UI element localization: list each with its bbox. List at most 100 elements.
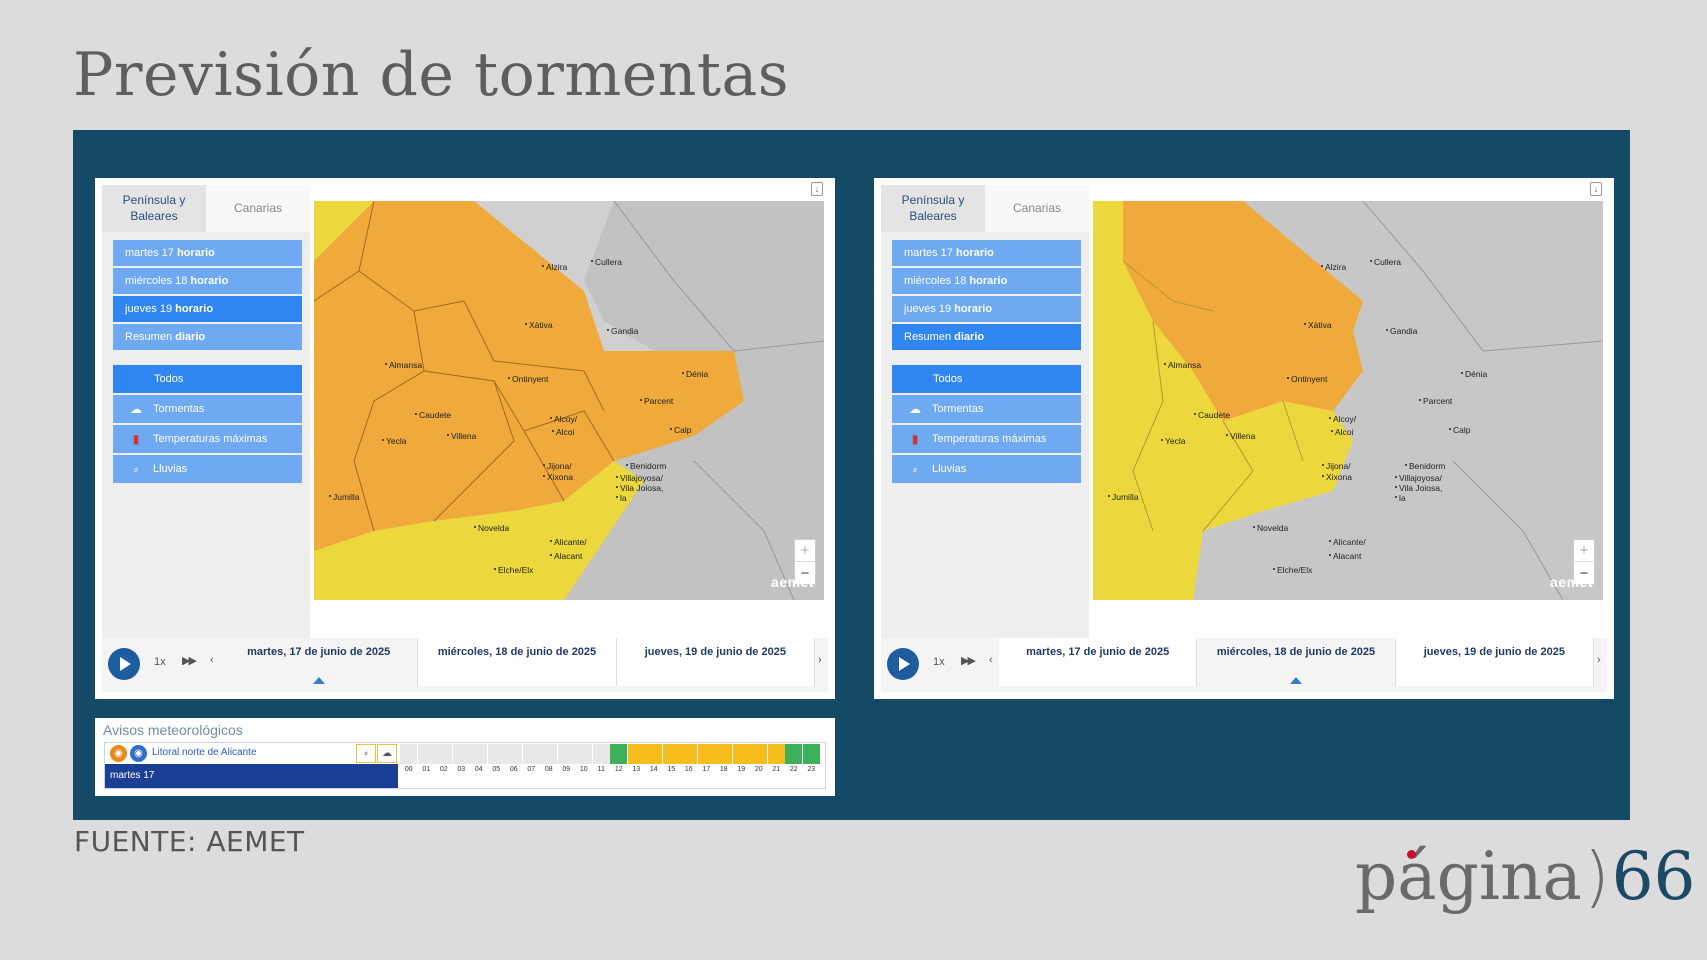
place-label: Novelda [473,523,510,533]
current-marker-icon [1289,677,1302,684]
hour-label: 09 [562,766,571,773]
feed-icon[interactable]: ◉ [130,745,147,762]
speed-selector[interactable]: 1x [933,656,945,668]
place-label: Yecla [381,436,407,446]
hour-cell [417,744,435,764]
hour-label: 06 [509,766,518,773]
hour-label: 00 [404,766,413,773]
date-item[interactable]: martes, 17 de junio de 2025 [999,638,1198,686]
date-item[interactable]: jueves, 19 de junio de 2025 [1395,638,1594,686]
date-item[interactable]: jueves, 19 de junio de 2025 [616,638,815,686]
filter-todos[interactable]: Todos [113,365,302,393]
tab-peninsula[interactable]: Península y Baleares [881,185,985,232]
hour-cell [592,744,610,764]
warnings-table: ◉ ◉ Litoral norte de Alicante ⸗ ☁ martes… [104,742,826,789]
download-icon[interactable]: ↓ [1590,182,1602,196]
hour-cell [400,744,417,764]
place-label: Ontinyent [507,374,549,384]
place-label: Almansa [384,360,423,370]
next-arrow-icon[interactable]: › [818,654,822,666]
storm-icon: ☁ [909,402,921,416]
hour-cell [680,744,697,764]
hour-label: 14 [649,766,658,773]
filter-lluvias[interactable]: ⸗ Lluvias [892,455,1081,483]
warnings-title: Avisos meteorológicos [103,722,243,738]
storm-icon: ☁ [130,402,142,416]
hour-cell [610,744,627,764]
filter-temperaturas[interactable]: ▮ Temperaturas máximas [113,425,302,453]
day-button-jueves[interactable]: jueves 19 horario [113,296,302,322]
hour-cells [400,744,820,764]
hour-cell [557,744,575,764]
day-button-martes[interactable]: martes 17 horario [113,240,302,266]
hour-cell [697,744,715,764]
warning-map[interactable]: Alzira Cullera Xàtiva Gandia Almansa Ont… [1093,201,1603,600]
day-button-resumen[interactable]: Resumen diario [892,324,1081,350]
next-arrow-icon[interactable]: › [1597,654,1601,666]
warning-map[interactable]: Alzira Cullera Xàtiva Gandia Almansa Ont… [314,201,824,600]
hour-label: 23 [807,766,816,773]
filter-lluvias[interactable]: ⸗ Lluvias [113,455,302,483]
date-item[interactable]: miércoles, 18 de junio de 2025 [418,638,617,686]
filter-temperaturas[interactable]: ▮ Temperaturas máximas [892,425,1081,453]
zoom-in-button[interactable]: + [795,540,815,562]
warning-row: ◉ ◉ Litoral norte de Alicante ⸗ ☁ [105,743,825,764]
hour-cell [785,744,802,764]
hour-label: 08 [544,766,553,773]
place-label: Gandia [606,326,639,336]
zone-link[interactable]: Litoral norte de Alicante [152,747,257,758]
date-strip: martes, 17 de junio de 2025 miércoles, 1… [220,638,815,686]
place-label: Benidorm [625,461,667,471]
date-item[interactable]: martes, 17 de junio de 2025 [220,638,419,686]
zoom-in-button[interactable]: + [1574,540,1594,562]
day-button-jueves[interactable]: jueves 19 horario [892,296,1081,322]
logo-dot [1407,850,1416,859]
place-label: Caudete [414,410,452,420]
tab-canarias[interactable]: Canarias [985,185,1089,232]
prev-arrow-icon[interactable]: ‹ [210,654,214,666]
hour-cell [802,744,820,764]
place-label: Benidorm [1404,461,1446,471]
aemet-logo: aemet [1550,574,1593,590]
filter-todos[interactable]: Todos [892,365,1081,393]
forecast-panel-b: Península y Baleares Canarias martes 17 … [874,178,1614,699]
filter-tormentas[interactable]: ☁ Tormentas [113,395,302,423]
hour-label: 21 [772,766,781,773]
hour-label: 10 [579,766,588,773]
hour-cell [645,744,662,764]
place-label: Villena [446,431,477,441]
day-button-miercoles[interactable]: miércoles 18 horario [892,268,1081,294]
day-button-miercoles[interactable]: miércoles 18 horario [113,268,302,294]
play-button[interactable] [108,648,140,680]
speed-selector[interactable]: 1x [154,656,166,668]
place-label: Alicante/ [550,537,587,547]
rain-icon: ⸗ [913,462,917,476]
day-button-resumen[interactable]: Resumen diario [113,324,302,350]
play-button[interactable] [887,648,919,680]
date-item[interactable]: miércoles, 18 de junio de 2025 [1197,638,1396,686]
region-tabs: Península y Baleares Canarias [881,185,1089,232]
place-label: Calp [669,425,692,435]
filter-tormentas[interactable]: ☁ Tormentas [892,395,1081,423]
download-icon[interactable]: ↓ [811,182,823,196]
tab-peninsula[interactable]: Península y Baleares [102,185,206,232]
warnings-panel: Avisos meteorológicos ◉ ◉ Litoral norte … [95,718,835,796]
fast-forward-icon[interactable]: ▶▶ [182,654,197,667]
prev-arrow-icon[interactable]: ‹ [989,654,993,666]
source-caption: FUENTE: AEMET [74,825,305,858]
place-label: Xàtiva [525,320,553,330]
day-list: martes 17 horario miércoles 18 horario j… [113,240,302,352]
place-label: Cullera [591,257,622,267]
place-label: Alacant [549,551,583,561]
place-label: Alcoy/ [549,414,578,424]
rss-icon[interactable]: ◉ [110,745,127,762]
sidebar: Península y Baleares Canarias martes 17 … [102,185,310,643]
place-label: Almansa [1163,360,1202,370]
day-button-martes[interactable]: martes 17 horario [892,240,1081,266]
date-strip: martes, 17 de junio de 2025 miércoles, 1… [999,638,1594,686]
place-label: Alicante/ [1329,537,1366,547]
fast-forward-icon[interactable]: ▶▶ [961,654,976,667]
tab-canarias[interactable]: Canarias [206,185,310,232]
hour-cell [435,744,452,764]
place-label: Alacant [1328,551,1362,561]
